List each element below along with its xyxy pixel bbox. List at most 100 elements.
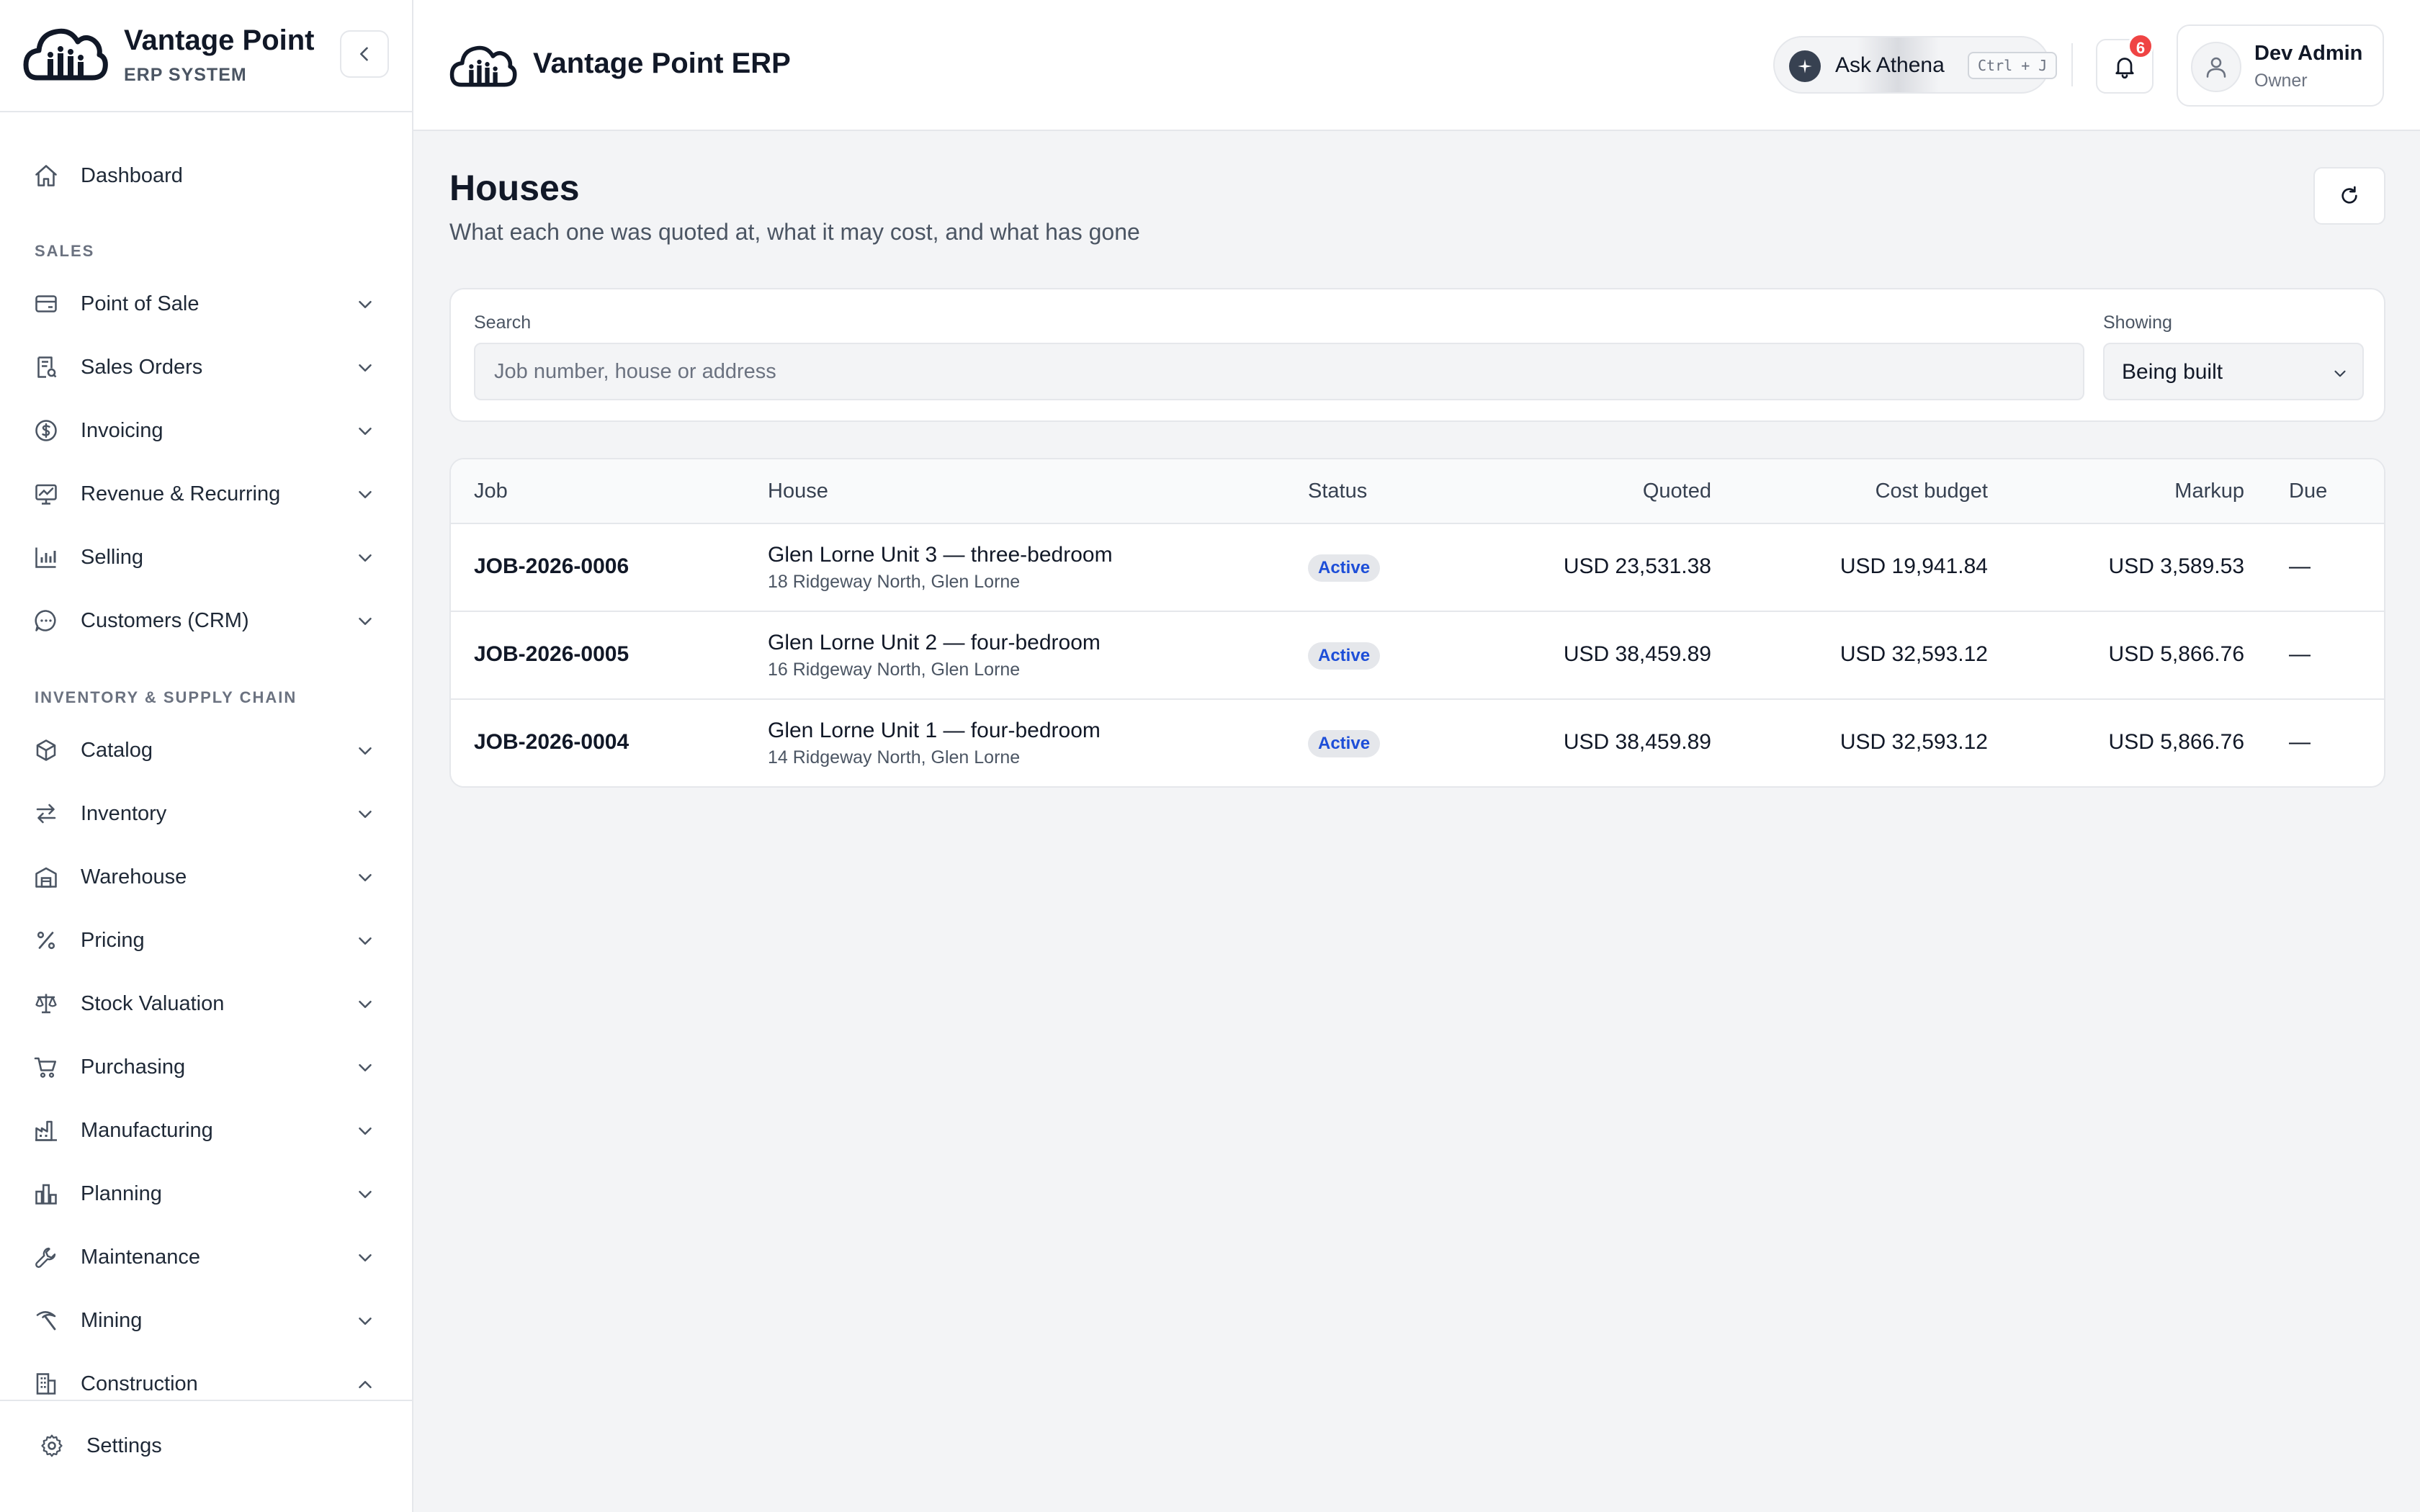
- sidebar-item-selling[interactable]: Selling: [0, 530, 412, 585]
- search-label: Search: [474, 312, 532, 333]
- notification-count-badge: 6: [2128, 33, 2154, 59]
- cost-budget-amount: USD 32,593.12: [1839, 642, 1988, 666]
- sidebar-item-pricing[interactable]: Pricing: [0, 913, 412, 968]
- cart-icon: [33, 1054, 59, 1080]
- sidebar-item-label: Invoicing: [81, 419, 163, 442]
- sidebar-item-mining[interactable]: Mining: [0, 1293, 412, 1348]
- column-header-markup[interactable]: Markup: [2174, 480, 2244, 503]
- sidebar-item-label: Point of Sale: [81, 292, 200, 315]
- sidebar-item-revenue-recurring[interactable]: Revenue & Recurring: [0, 467, 412, 521]
- sidebar-item-customers-crm[interactable]: Customers (CRM): [0, 593, 412, 648]
- markup-amount: USD 3,589.53: [2108, 554, 2244, 578]
- showing-select-value: Being built: [2122, 360, 2223, 384]
- arrows-swap-icon: [33, 801, 59, 827]
- sidebar-item-label: Settings: [86, 1434, 162, 1457]
- gear-icon: [39, 1433, 65, 1459]
- factory-icon: [33, 1117, 59, 1143]
- filter-panel: Search Showing Being built: [449, 288, 2385, 422]
- showing-select[interactable]: Being built: [2103, 343, 2364, 400]
- divider: [2071, 43, 2073, 86]
- refresh-button[interactable]: [2313, 167, 2385, 225]
- showing-label: Showing: [2103, 312, 2172, 333]
- sidebar-item-stock-valuation[interactable]: Stock Valuation: [0, 976, 412, 1031]
- table-row[interactable]: JOB-2026-0005 Glen Lorne Unit 2 — four-b…: [451, 612, 2384, 700]
- sidebar-item-catalog[interactable]: Catalog: [0, 723, 412, 778]
- sidebar-item-planning[interactable]: Planning: [0, 1166, 412, 1221]
- user-role: Owner: [2254, 71, 2308, 91]
- table-row[interactable]: JOB-2026-0004 Glen Lorne Unit 1 — four-b…: [451, 700, 2384, 786]
- sidebar: Vantage Point ERP SYSTEM Dashboard SALES…: [0, 0, 413, 1512]
- sidebar-item-label: Planning: [81, 1182, 162, 1205]
- sidebar-item-invoicing[interactable]: Invoicing: [0, 403, 412, 458]
- chevron-down-icon: [354, 1057, 376, 1079]
- app-title: Vantage Point ERP: [533, 48, 791, 79]
- markup-amount: USD 5,866.76: [2108, 642, 2244, 666]
- pickaxe-icon: [33, 1308, 59, 1333]
- sidebar-item-warehouse[interactable]: Warehouse: [0, 850, 412, 904]
- column-header-house[interactable]: House: [768, 480, 828, 503]
- table-row[interactable]: JOB-2026-0006 Glen Lorne Unit 3 — three-…: [451, 524, 2384, 612]
- chevron-down-icon: [354, 294, 376, 315]
- chevron-down-icon: [354, 611, 376, 632]
- sidebar-item-label: Manufacturing: [81, 1119, 213, 1142]
- sidebar-item-label: Dashboard: [81, 164, 183, 187]
- sidebar-item-dashboard[interactable]: Dashboard: [0, 148, 412, 203]
- scale-icon: [33, 991, 59, 1017]
- chevron-down-icon: [354, 804, 376, 825]
- nav-section-title: SALES: [35, 242, 95, 260]
- quoted-amount: USD 23,531.38: [1563, 554, 1711, 578]
- due-date: —: [2289, 554, 2311, 578]
- sidebar-item-point-of-sale[interactable]: Point of Sale: [0, 276, 412, 331]
- sidebar-item-label: Sales Orders: [81, 356, 203, 379]
- job-number: JOB-2026-0004: [474, 730, 629, 754]
- cost-budget-amount: USD 32,593.12: [1839, 730, 1988, 754]
- bar-columns-icon: [33, 1181, 59, 1207]
- quoted-amount: USD 38,459.89: [1563, 730, 1711, 754]
- house-address: 18 Ridgeway North, Glen Lorne: [768, 572, 1021, 592]
- keyboard-shortcut: Ctrl + J: [1968, 52, 2058, 79]
- sidebar-item-label: Mining: [81, 1309, 143, 1332]
- sidebar-item-label: Maintenance: [81, 1246, 201, 1269]
- sidebar-item-sales-orders[interactable]: Sales Orders: [0, 340, 412, 395]
- sidebar-item-label: Construction: [81, 1372, 198, 1395]
- top-bar: Vantage Point ERP Ask Athena Ctrl + J 6 …: [413, 0, 2420, 131]
- column-header-status[interactable]: Status: [1308, 480, 1367, 503]
- sidebar-item-manufacturing[interactable]: Manufacturing: [0, 1103, 412, 1158]
- column-header-job[interactable]: Job: [474, 480, 508, 503]
- sidebar-item-label: Pricing: [81, 929, 145, 952]
- sidebar-item-settings[interactable]: Settings: [0, 1420, 412, 1472]
- page-title: Houses: [449, 168, 580, 208]
- user-name: Dev Admin: [2254, 42, 2363, 65]
- chart-monitor-icon: [33, 481, 59, 507]
- chevron-down-icon: [354, 547, 376, 569]
- column-header-quoted[interactable]: Quoted: [1643, 480, 1711, 503]
- card-icon: [33, 291, 59, 317]
- search-input[interactable]: [474, 343, 2084, 400]
- sidebar-item-purchasing[interactable]: Purchasing: [0, 1040, 412, 1094]
- chevron-down-icon: [354, 357, 376, 379]
- user-menu-button[interactable]: Dev Admin Owner: [2177, 24, 2384, 107]
- chevron-down-icon: [354, 1310, 376, 1332]
- refresh-icon: [2341, 186, 2357, 204]
- collapse-sidebar-button[interactable]: [340, 30, 389, 78]
- sidebar-footer: Settings: [0, 1400, 412, 1512]
- sidebar-item-label: Selling: [81, 546, 144, 569]
- column-header-cost-budget[interactable]: Cost budget: [1876, 480, 1988, 503]
- chevron-down-icon: [354, 930, 376, 952]
- sidebar-item-label: Warehouse: [81, 865, 187, 888]
- nav-section-title: INVENTORY & SUPPLY CHAIN: [35, 688, 297, 706]
- percent-icon: [33, 927, 59, 953]
- column-header-due[interactable]: Due: [2289, 480, 2327, 503]
- brand-header: Vantage Point ERP SYSTEM: [0, 0, 412, 112]
- sidebar-item-label: Stock Valuation: [81, 992, 225, 1015]
- chevron-down-icon: [354, 1247, 376, 1269]
- ask-athena-button[interactable]: Ask Athena Ctrl + J: [1773, 36, 2058, 94]
- sidebar-item-label: Catalog: [81, 739, 153, 762]
- building-icon: [33, 1371, 59, 1397]
- sidebar-item-maintenance[interactable]: Maintenance: [0, 1230, 412, 1284]
- chevron-down-icon: [354, 994, 376, 1015]
- chevron-down-icon: [354, 484, 376, 505]
- chevron-up-icon: [354, 1374, 376, 1395]
- chevron-down-icon: [354, 1120, 376, 1142]
- sidebar-item-inventory[interactable]: Inventory: [0, 786, 412, 841]
